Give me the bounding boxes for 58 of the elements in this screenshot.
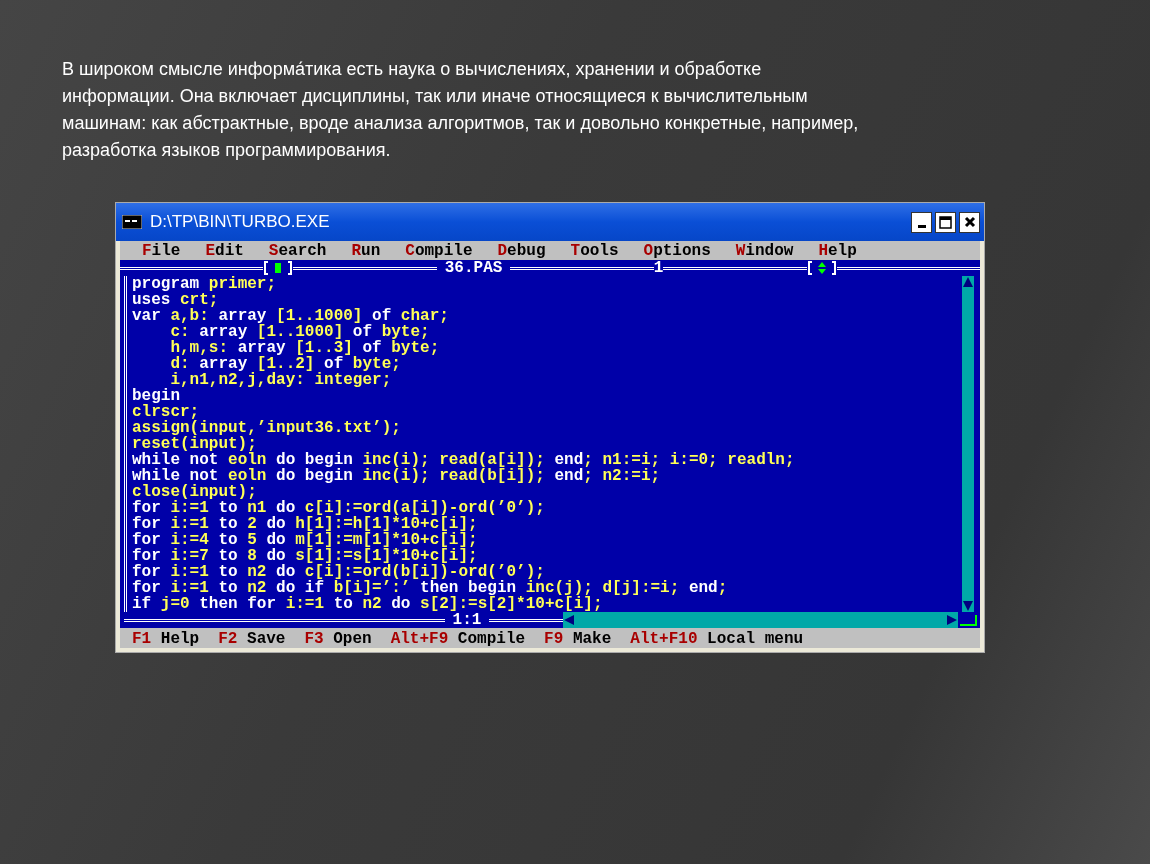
code-line: var a,b: array [1..1000] of char;	[132, 307, 449, 325]
code-line: begin	[132, 387, 180, 405]
minimize-button[interactable]	[911, 211, 932, 233]
menu-item[interactable]: Tools	[570, 243, 619, 259]
code-line: d: array [1..2] of byte;	[169, 355, 401, 373]
menu-item[interactable]: Options	[643, 243, 711, 259]
code-line: reset(input);	[132, 435, 257, 453]
code-line: close(input);	[132, 483, 257, 501]
menu-item[interactable]: Search	[268, 243, 327, 259]
status-shortcut[interactable]: F1 Help	[132, 631, 200, 647]
code-line: if j=0 then for i:=1 to n2 do s[2]:=s[2]*10+c[i];	[132, 595, 603, 613]
maximize-icon	[939, 215, 952, 229]
code-line: h,m,s: array [1..3] of byte;	[169, 339, 440, 357]
maximize-button[interactable]	[935, 211, 956, 233]
code-line: for i:=1 to 2 do h[1]:=h[1]*10+c[i];	[132, 515, 478, 533]
up-arrow-icon[interactable]	[962, 276, 974, 288]
code-line: for i:=4 to 5 do m[1]:=m[1]*10+c[i];	[132, 531, 478, 549]
slide-paragraph: В широком смысле информа́тика есть наука о вычислениях, хранении и обработке информации. Она включает дисциплины, так или иначе относящиеся к вычислительным машинам: как абстрактные, вроде анализа алгоритмов, так и довольно конкретные, например, разработка языков программирования.	[62, 58, 860, 162]
left-arrow-icon[interactable]	[563, 614, 576, 626]
code-line: while not eoln do begin inc(i); read(a[i]); end; n1:=i; i:=0; readln;	[132, 451, 795, 469]
status-shortcut[interactable]: Alt+F10 Local menu	[630, 631, 804, 647]
menu-item[interactable]: Edit	[205, 243, 244, 259]
menu-item[interactable]: Window	[735, 243, 794, 259]
file-name: 36.PAS	[444, 260, 503, 276]
code-line: i,n1,n2,j,day: integer;	[170, 371, 392, 389]
status-shortcut[interactable]: F9 Make	[544, 631, 612, 647]
code-line: clrscr;	[132, 403, 200, 421]
code-line: while not eoln do begin inc(i); read(b[i]); end; n2:=i;	[132, 467, 661, 485]
code-line: uses crt;	[132, 291, 219, 309]
menu-item[interactable]: File	[142, 243, 181, 259]
close-box-icon[interactable]	[263, 261, 294, 275]
code-line: assign(input,’input36.txt’);	[132, 419, 401, 437]
zoom-box-icon[interactable]	[806, 261, 837, 275]
vertical-scrollbar[interactable]	[962, 276, 974, 612]
minimize-icon	[917, 224, 926, 228]
console-icon	[122, 215, 142, 229]
cursor-position: 1:1	[452, 612, 482, 628]
status-shortcut[interactable]: F2 Save	[218, 631, 286, 647]
window-title: D:\TP\BIN\TURBO.EXE	[150, 211, 330, 234]
code-line: c: array [1..1000] of byte;	[169, 323, 430, 341]
code-line: for i:=1 to n2 do if b[i]=’:’ then begin inc(j); d[j]:=i; end;	[132, 579, 728, 597]
resize-corner-icon[interactable]	[958, 613, 980, 627]
code-line: for i:=1 to n1 do c[i]:=ord(a[i])-ord(’0’);	[132, 499, 545, 517]
code-line: for i:=7 to 8 do s[1]:=s[1]*10+c[i];	[132, 547, 478, 565]
menu-item[interactable]: Run	[351, 243, 381, 259]
code-line: for i:=1 to n2 do c[i]:=ord(b[i])-ord(’0’);	[132, 563, 545, 581]
menu-item[interactable]: Help	[818, 243, 857, 259]
right-arrow-icon[interactable]	[946, 614, 958, 626]
status-shortcut[interactable]: Alt+F9 Compile	[390, 631, 526, 647]
close-button[interactable]	[959, 211, 980, 233]
status-shortcut[interactable]: F3 Open	[304, 631, 372, 647]
code-line: program primer;	[132, 275, 277, 293]
menu-item[interactable]: Debug	[497, 243, 546, 259]
down-arrow-icon[interactable]	[962, 600, 974, 612]
window-number: 1	[653, 260, 664, 276]
menu-item[interactable]: Compile	[405, 243, 473, 259]
horizontal-scrollbar[interactable]	[563, 612, 958, 628]
close-icon	[963, 216, 976, 228]
